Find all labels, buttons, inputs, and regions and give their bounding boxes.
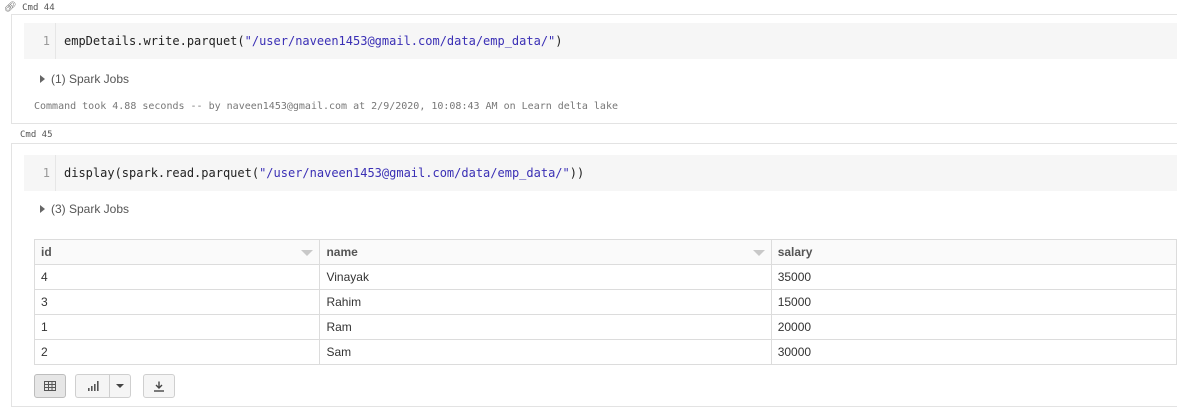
cell-name: Rahim bbox=[319, 289, 772, 315]
cell-name: Sam bbox=[319, 339, 772, 365]
cell-salary: 20000 bbox=[770, 314, 1177, 340]
code-editor[interactable]: 1 display(spark.read.parquet("/user/navee… bbox=[24, 155, 1177, 191]
code-line[interactable]: 1 empDetails.write.parquet("/user/naveen1… bbox=[24, 34, 563, 48]
code-text-prefix: empDetails.write.parquet( bbox=[64, 34, 245, 48]
column-header-id[interactable]: id bbox=[33, 239, 321, 265]
table-header-row: id name salary bbox=[33, 239, 1177, 265]
line-number: 1 bbox=[42, 34, 50, 48]
chart-view-button[interactable] bbox=[75, 374, 109, 398]
cell-id: 1 bbox=[33, 314, 321, 340]
line-number: 1 bbox=[42, 166, 50, 180]
table-row: 3 Rahim 15000 bbox=[33, 289, 1177, 315]
command-took-status: Command took 4.88 seconds -- by naveen14… bbox=[34, 101, 618, 112]
column-header-salary[interactable]: salary bbox=[770, 239, 1177, 265]
spark-jobs-toggle[interactable]: (1) Spark Jobs bbox=[40, 72, 129, 86]
link-icon[interactable]: 🔗︎ bbox=[4, 2, 17, 13]
code-text-suffix: ) bbox=[555, 34, 563, 48]
cell-name: Vinayak bbox=[319, 264, 772, 290]
table-row: 4 Vinayak 35000 bbox=[33, 264, 1177, 290]
code-text-suffix: )) bbox=[569, 166, 585, 180]
code-editor[interactable]: 1 empDetails.write.parquet("/user/naveen1… bbox=[24, 23, 1177, 59]
notebook-cell-45[interactable]: 1 display(spark.read.parquet("/user/navee… bbox=[11, 143, 1177, 407]
sort-caret-icon[interactable] bbox=[301, 250, 314, 256]
cell-label-cmd45: Cmd 45 bbox=[20, 130, 53, 140]
code-string: "/user/naveen1453@gmail.com/data/emp_dat… bbox=[259, 166, 570, 180]
sort-caret-icon[interactable] bbox=[752, 250, 765, 256]
cell-salary: 35000 bbox=[770, 264, 1177, 290]
spark-jobs-toggle[interactable]: (3) Spark Jobs bbox=[40, 202, 129, 216]
spark-jobs-label: (1) Spark Jobs bbox=[51, 72, 130, 86]
cell-label-cmd44: 🔗︎ Cmd 44 bbox=[4, 2, 55, 13]
caret-down-icon bbox=[116, 384, 124, 388]
table-row: 2 Sam 30000 bbox=[33, 339, 1177, 365]
cell-salary: 15000 bbox=[770, 289, 1177, 315]
chart-type-dropdown[interactable] bbox=[109, 374, 131, 398]
cell-id: 3 bbox=[33, 289, 321, 315]
cell-name: Ram bbox=[319, 314, 772, 340]
code-line[interactable]: 1 display(spark.read.parquet("/user/navee… bbox=[24, 166, 584, 180]
cell-id: 2 bbox=[33, 339, 321, 365]
table-icon bbox=[44, 381, 56, 391]
bar-chart-icon bbox=[87, 381, 99, 391]
code-string: "/user/naveen1453@gmail.com/data/emp_dat… bbox=[244, 34, 556, 48]
notebook-cell-44[interactable]: 1 empDetails.write.parquet("/user/naveen1… bbox=[11, 14, 1177, 124]
code-text-prefix: display(spark.read.parquet( bbox=[64, 166, 260, 180]
expand-triangle-icon bbox=[40, 205, 45, 213]
column-header-name[interactable]: name bbox=[319, 239, 772, 265]
download-button[interactable] bbox=[143, 374, 175, 398]
cell-salary: 30000 bbox=[770, 339, 1177, 365]
expand-triangle-icon bbox=[40, 75, 45, 83]
spark-jobs-label: (3) Spark Jobs bbox=[51, 202, 130, 216]
result-table: id name salary 4 Vinayak 35000 3 Rahim 1… bbox=[33, 239, 1177, 365]
table-view-button[interactable] bbox=[34, 374, 66, 398]
cell-id: 4 bbox=[33, 264, 321, 290]
table-row: 1 Ram 20000 bbox=[33, 314, 1177, 340]
download-icon bbox=[154, 381, 164, 392]
